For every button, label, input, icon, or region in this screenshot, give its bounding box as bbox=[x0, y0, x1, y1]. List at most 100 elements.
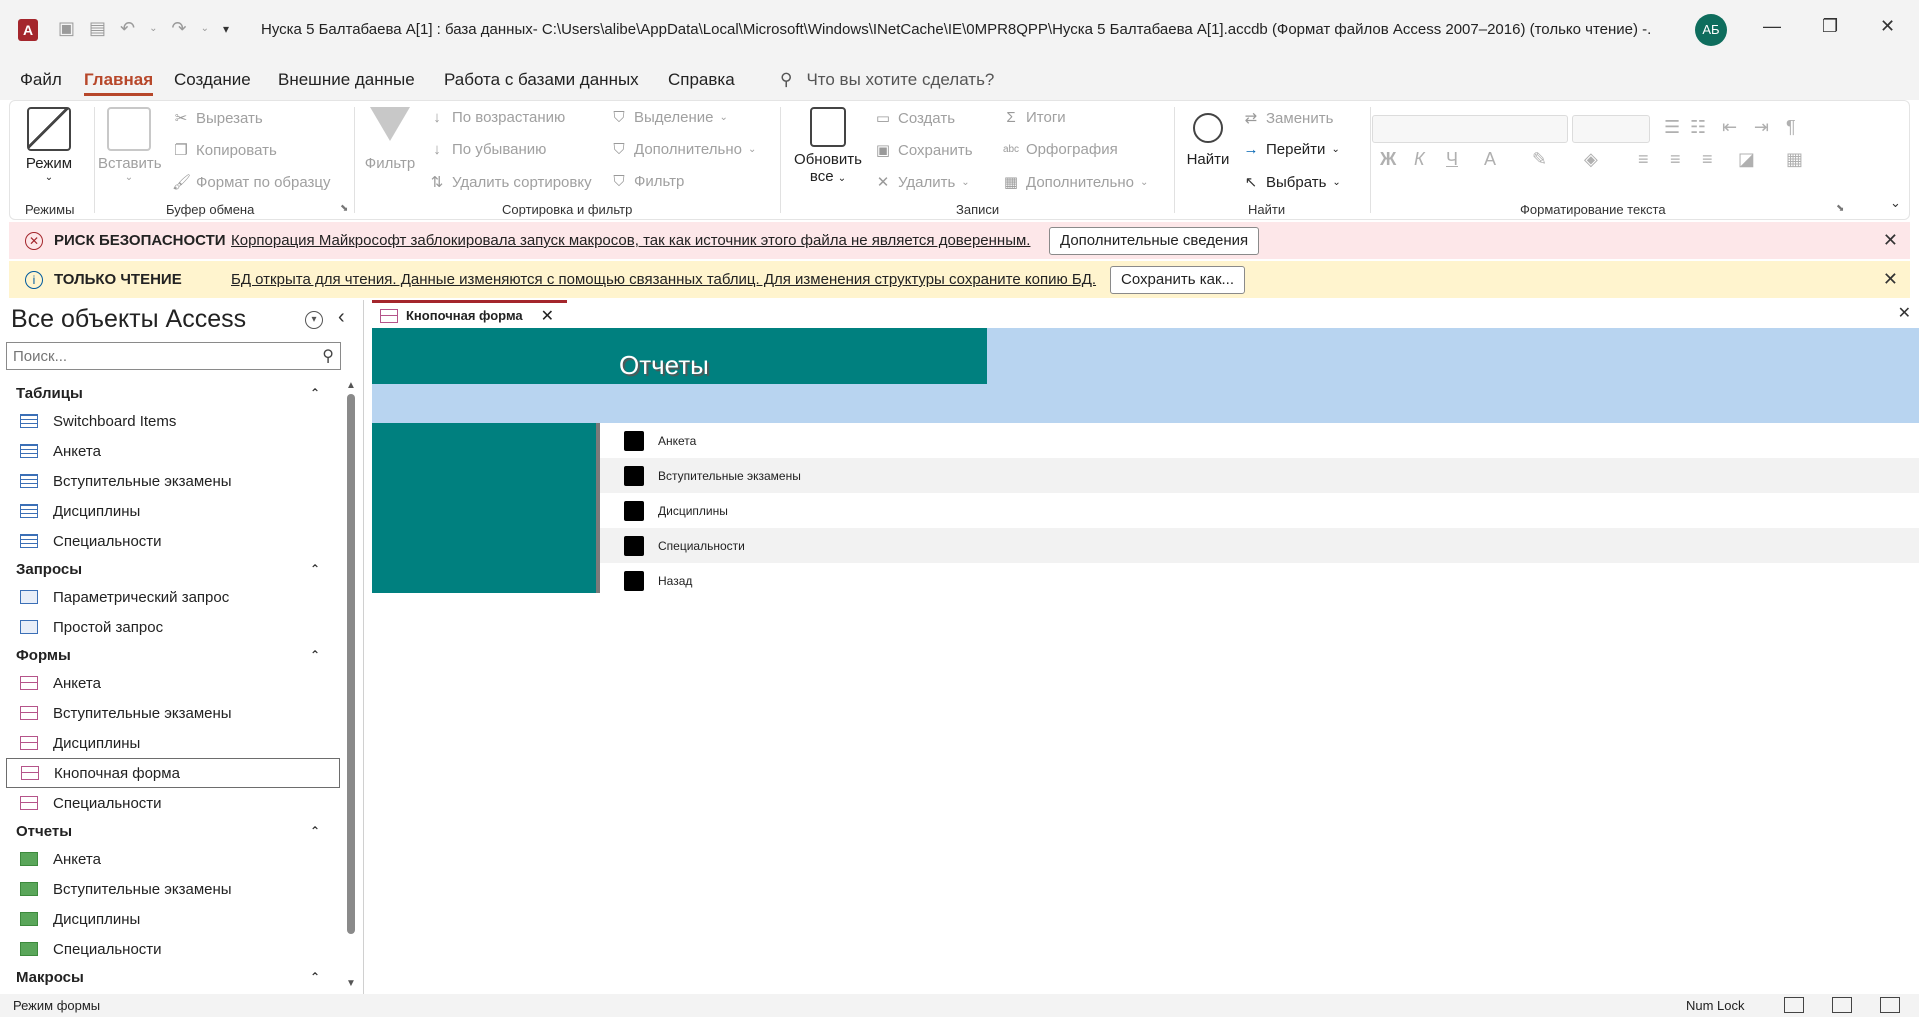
collapse-pane-icon[interactable]: ‹ bbox=[338, 306, 345, 329]
minimize-button[interactable]: — bbox=[1763, 16, 1781, 37]
goto-button[interactable]: → Перейти ⌄ bbox=[1242, 141, 1340, 158]
sort-descending-button[interactable]: ↓ По убыванию bbox=[428, 141, 546, 158]
bold-button[interactable]: Ж bbox=[1380, 149, 1396, 170]
form-view-icon[interactable]: ▤ bbox=[89, 18, 106, 39]
tab-home[interactable]: Главная bbox=[84, 70, 154, 96]
bullets-icon[interactable]: ☰ bbox=[1664, 117, 1680, 138]
cut-button[interactable]: ✂ Вырезать bbox=[172, 109, 263, 128]
paragraph-icon[interactable]: ¶ bbox=[1786, 117, 1796, 138]
avatar[interactable]: АБ bbox=[1695, 14, 1727, 46]
increase-indent-icon[interactable]: ⇥ bbox=[1754, 117, 1769, 138]
switchboard-button[interactable] bbox=[624, 430, 644, 451]
nav-item[interactable]: Вступительные экзамены bbox=[0, 698, 340, 728]
switchboard-button[interactable] bbox=[624, 535, 644, 556]
nav-item[interactable]: Кнопочная форма bbox=[6, 758, 340, 788]
chevron-up-icon[interactable]: ⌃ bbox=[310, 970, 320, 984]
decrease-indent-icon[interactable]: ⇤ bbox=[1722, 117, 1737, 138]
nav-item[interactable]: Вступительные экзамены bbox=[0, 874, 340, 904]
save-icon[interactable]: ▣ bbox=[58, 18, 75, 39]
tab-database-tools[interactable]: Работа с базами данных bbox=[444, 70, 639, 90]
customize-qat-icon[interactable]: ▾ bbox=[223, 22, 229, 36]
switchboard-label[interactable]: Вступительные экзамены bbox=[658, 469, 801, 483]
close-icon[interactable]: ✕ bbox=[541, 306, 554, 326]
search-icon[interactable]: ⚲ bbox=[322, 346, 334, 366]
switchboard-button[interactable] bbox=[624, 570, 644, 591]
font-name-combo[interactable] bbox=[1372, 115, 1568, 143]
selection-button[interactable]: ⛉ Выделение ⌄ bbox=[610, 109, 728, 126]
sort-ascending-button[interactable]: ↓ По возрастанию bbox=[428, 109, 565, 126]
switchboard-label[interactable]: Анкета bbox=[658, 434, 696, 448]
form-view-icon[interactable] bbox=[1784, 997, 1804, 1013]
nav-item[interactable]: Специальности bbox=[0, 788, 340, 818]
close-icon[interactable]: ✕ bbox=[1883, 230, 1898, 251]
paste-button[interactable]: Вставить ⌄ bbox=[98, 107, 162, 183]
view-button[interactable]: Режим ⌄ bbox=[24, 107, 74, 183]
nav-options-icon[interactable]: ▾ bbox=[305, 311, 323, 329]
nav-item[interactable]: Дисциплины bbox=[0, 496, 340, 526]
delete-record-button[interactable]: ✕ Удалить ⌄ bbox=[874, 173, 970, 192]
tell-me-search[interactable]: ⚲ Что вы хотите сделать? bbox=[780, 70, 994, 90]
tab-switchboard-form[interactable]: Кнопочная форма ✕ bbox=[372, 300, 567, 328]
filter-button[interactable]: Фильтр bbox=[362, 107, 418, 172]
highlight-icon[interactable]: ✎ bbox=[1532, 149, 1547, 170]
nav-group-header[interactable]: Запросы ⌃ bbox=[0, 556, 340, 582]
italic-button[interactable]: К bbox=[1414, 149, 1425, 170]
nav-scrollbar[interactable]: ▲ ▼ bbox=[346, 380, 356, 990]
spelling-button[interactable]: abc Орфография bbox=[1002, 141, 1118, 158]
align-center-icon[interactable]: ≡ bbox=[1670, 149, 1681, 170]
tab-file[interactable]: Файл bbox=[20, 70, 62, 90]
readonly-message-link[interactable]: БД открыта для чтения. Данные изменяются… bbox=[231, 271, 1096, 288]
tab-help[interactable]: Справка bbox=[668, 70, 735, 90]
scroll-down-icon[interactable]: ▼ bbox=[346, 978, 356, 989]
copy-button[interactable]: ❐ Копировать bbox=[172, 141, 277, 160]
switchboard-label[interactable]: Дисциплины bbox=[658, 504, 728, 518]
nav-item[interactable]: Параметрический запрос bbox=[0, 582, 340, 612]
replace-button[interactable]: ⇄ Заменить bbox=[1242, 109, 1334, 128]
nav-title[interactable]: Все объекты Access bbox=[11, 305, 246, 334]
text-formatting-launcher-icon[interactable]: ⬊ bbox=[1836, 203, 1844, 214]
totals-button[interactable]: Σ Итоги bbox=[1002, 109, 1065, 126]
refresh-all-button[interactable]: Обновить все ⌄ bbox=[790, 107, 866, 185]
nav-item[interactable]: Анкета bbox=[0, 436, 340, 466]
select-button[interactable]: ↖ Выбрать ⌄ bbox=[1242, 173, 1341, 192]
alt-row-color-icon[interactable]: ▦ bbox=[1786, 149, 1803, 170]
nav-search-input[interactable] bbox=[7, 343, 297, 369]
close-button[interactable]: ✕ bbox=[1880, 16, 1895, 37]
redo-icon[interactable]: ↷ bbox=[172, 18, 187, 39]
more-records-button[interactable]: ▦ Дополнительно ⌄ bbox=[1002, 173, 1148, 192]
nav-item[interactable]: Анкета bbox=[0, 844, 340, 874]
nav-group-header[interactable]: Формы ⌃ bbox=[0, 642, 340, 668]
find-button[interactable]: Найти bbox=[1182, 107, 1234, 168]
nav-item[interactable]: Простой запрос bbox=[0, 612, 340, 642]
gridlines-icon[interactable]: ◪ bbox=[1738, 149, 1755, 170]
ribbon-collapse-icon[interactable]: ⌄ bbox=[1890, 195, 1901, 211]
fill-color-icon[interactable]: ◈ bbox=[1584, 149, 1598, 170]
font-size-combo[interactable] bbox=[1572, 115, 1650, 143]
nav-group-header[interactable]: Таблицы ⌃ bbox=[0, 380, 340, 406]
advanced-filter-button[interactable]: ⛉ Дополнительно ⌄ bbox=[610, 141, 756, 158]
format-painter-button[interactable]: 🖌 Формат по образцу bbox=[172, 173, 331, 192]
restore-button[interactable]: ❐ bbox=[1822, 16, 1838, 37]
design-view-icon[interactable] bbox=[1880, 997, 1900, 1013]
tab-create[interactable]: Создание bbox=[174, 70, 251, 90]
security-message-link[interactable]: Корпорация Майкрософт заблокировала запу… bbox=[231, 232, 1030, 249]
scroll-up-icon[interactable]: ▲ bbox=[346, 380, 356, 391]
chevron-up-icon[interactable]: ⌃ bbox=[310, 386, 320, 400]
toggle-filter-button[interactable]: ⛉ Фильтр bbox=[610, 173, 684, 190]
remove-sort-button[interactable]: ⇅ Удалить сортировку bbox=[428, 173, 592, 192]
nav-item[interactable]: Switchboard Items bbox=[0, 406, 340, 436]
clipboard-launcher-icon[interactable]: ⬊ bbox=[340, 203, 348, 214]
undo-dropdown-icon[interactable]: ⌄ bbox=[149, 23, 157, 34]
underline-button[interactable]: Ч bbox=[1446, 149, 1458, 170]
chevron-up-icon[interactable]: ⌃ bbox=[310, 824, 320, 838]
save-as-button[interactable]: Сохранить как... bbox=[1110, 266, 1246, 294]
numbering-icon[interactable]: ☷ bbox=[1690, 117, 1706, 138]
nav-group-header[interactable]: Отчеты ⌃ bbox=[0, 818, 340, 844]
layout-view-icon[interactable] bbox=[1832, 997, 1852, 1013]
switchboard-label[interactable]: Специальности bbox=[658, 539, 745, 553]
align-left-icon[interactable]: ≡ bbox=[1638, 149, 1649, 170]
switchboard-button[interactable] bbox=[624, 465, 644, 486]
more-info-button[interactable]: Дополнительные сведения bbox=[1049, 227, 1260, 255]
switchboard-button[interactable] bbox=[624, 500, 644, 521]
chevron-up-icon[interactable]: ⌃ bbox=[310, 648, 320, 662]
